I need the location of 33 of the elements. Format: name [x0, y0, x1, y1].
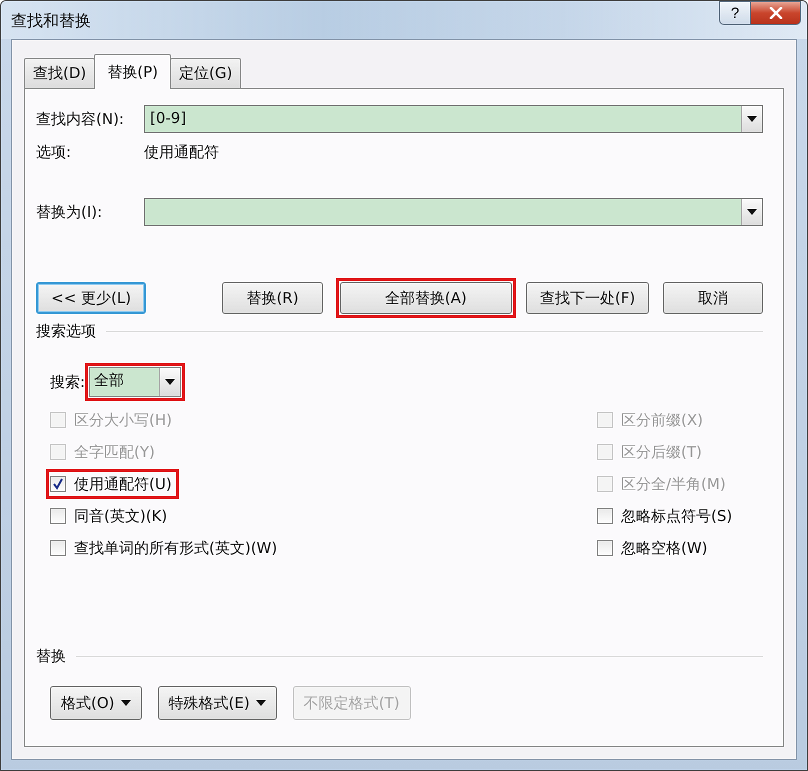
- field-label: 选项:: [36, 143, 72, 162]
- format-button[interactable]: 特殊格式(E): [158, 686, 277, 720]
- checkbox-option[interactable]: 使用通配符(U): [50, 473, 172, 495]
- checkbox-option[interactable]: 忽略空格(W): [597, 537, 763, 559]
- replace-field[interactable]: [144, 198, 763, 226]
- dialog-button[interactable]: << 更少(L): [36, 282, 146, 314]
- dialog-button[interactable]: 全部替换(A): [340, 282, 512, 314]
- window-title: 查找和替换: [11, 11, 91, 32]
- checkbox-option[interactable]: 查找单词的所有形式(英文)(W): [50, 537, 278, 559]
- close-button[interactable]: [751, 1, 801, 25]
- help-button[interactable]: ?: [719, 1, 751, 25]
- search-dropdown[interactable]: 全部: [89, 367, 182, 397]
- caret-icon: [747, 116, 757, 122]
- section-title: 搜索选项: [36, 322, 96, 341]
- dialog-button[interactable]: 取消: [663, 282, 763, 314]
- tab[interactable]: 定位(G): [170, 58, 242, 88]
- find-field[interactable]: [0-9]: [144, 105, 763, 133]
- field-label: 查找内容(N):: [36, 110, 125, 128]
- dialog-button[interactable]: 替换(R): [222, 282, 323, 314]
- tab[interactable]: 替换(P): [94, 54, 172, 89]
- tab[interactable]: 查找(D): [24, 58, 96, 88]
- checkmark-icon: [52, 478, 64, 490]
- checkbox-option[interactable]: 忽略标点符号(S): [597, 505, 763, 527]
- section-title: 替换: [36, 647, 66, 666]
- field-label: 替换为(I):: [36, 202, 104, 222]
- close-icon: [768, 7, 782, 19]
- field-label: 搜索:: [50, 372, 86, 392]
- options-value: 使用通配符: [144, 143, 219, 162]
- checkbox-option[interactable]: 同音(英文)(K): [50, 505, 278, 527]
- dialog-button[interactable]: 查找下一处(F): [526, 282, 650, 314]
- caret-icon: [165, 379, 176, 385]
- caret-icon: [747, 209, 757, 215]
- format-button[interactable]: 格式(O): [50, 686, 142, 720]
